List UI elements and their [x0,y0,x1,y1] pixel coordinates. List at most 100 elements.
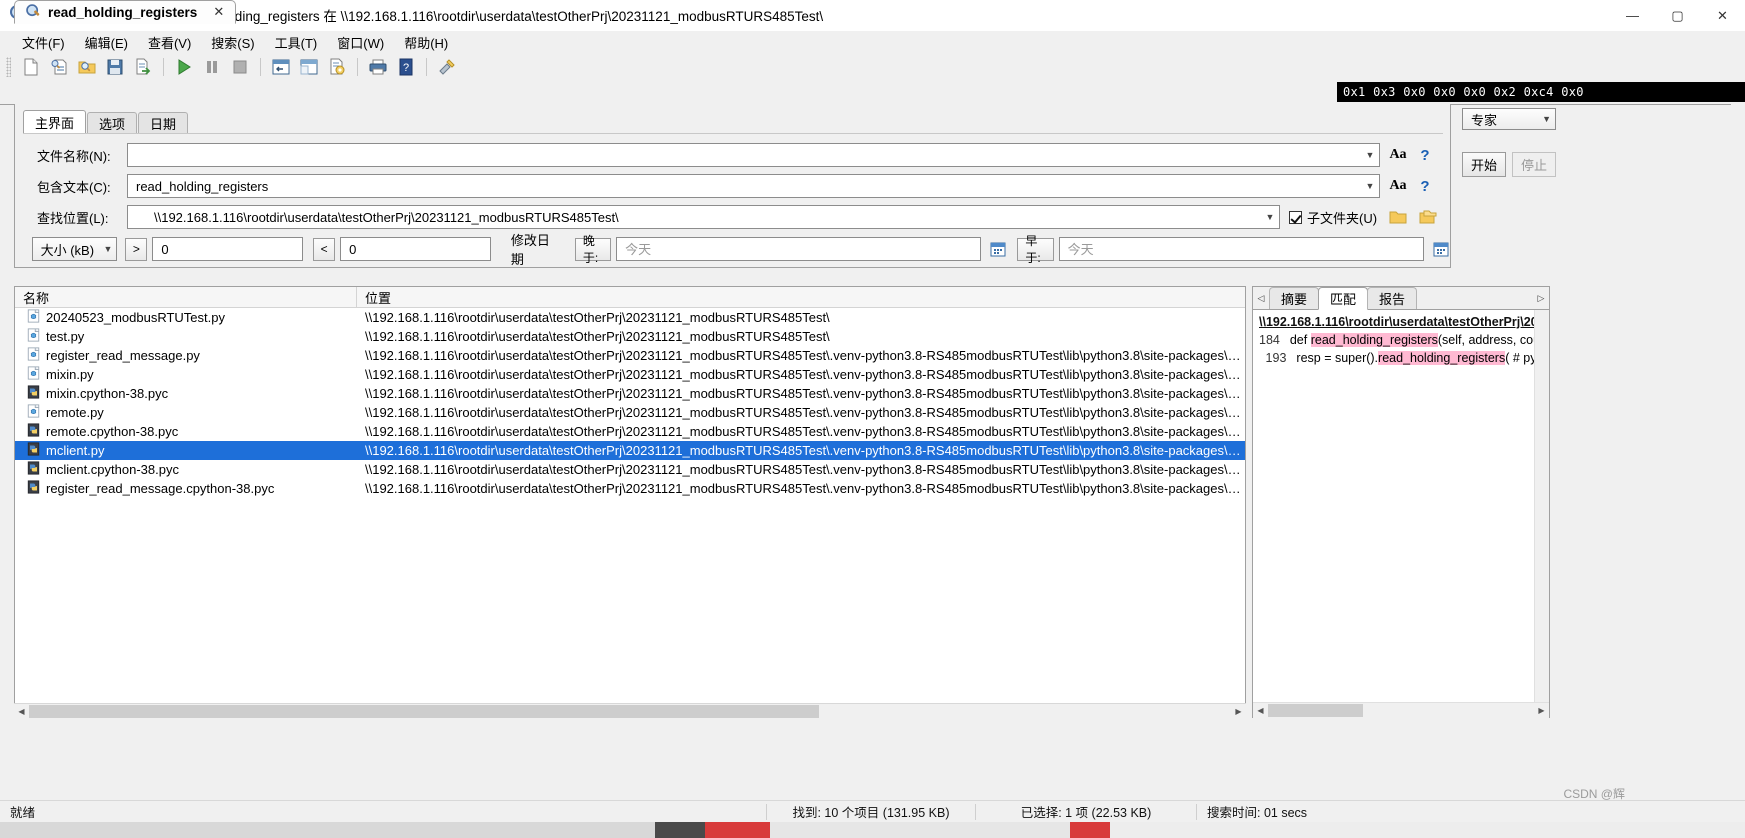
date-before-button[interactable]: 早于: [1017,234,1054,265]
size-unit-select[interactable]: 大小 (kB) ▼ [31,237,118,261]
pause-icon[interactable] [199,55,225,79]
containing-text-field[interactable] [134,175,1361,197]
preview-prev-icon[interactable]: ◁ [1253,293,1269,304]
size-greater-than-button[interactable]: > [125,237,148,261]
subfolders-checkbox[interactable]: 子文件夹(U) [1289,208,1377,227]
preview-vertical-scrollbar[interactable] [1534,310,1549,702]
preview-match-line[interactable]: 193 resp = super().read_holding_registers… [1259,351,1549,365]
look-in-field[interactable] [152,206,1261,228]
column-header-location[interactable]: 位置 [357,287,1245,308]
chevron-down-icon[interactable]: ▼ [97,244,112,254]
date-after-field[interactable] [623,238,981,260]
layout-left-icon[interactable] [268,55,294,79]
new-search-icon[interactable] [18,55,44,79]
table-row[interactable]: remote.py \\192.168.1.116\rootdir\userdat… [15,403,1245,422]
preview-match-line[interactable]: 184 def read_holding_registers(self, addr… [1259,333,1549,347]
preview-file-path[interactable]: \\192.168.1.116\rootdir\userdata\testOth… [1259,315,1549,329]
menu-help[interactable]: 帮助(H) [394,31,458,54]
menu-window[interactable]: 窗口(W) [327,31,394,54]
date-before-field[interactable] [1065,238,1423,260]
table-row[interactable]: register_read_message.py \\192.168.1.116\… [15,346,1245,365]
stop-icon[interactable] [227,55,253,79]
open-search-icon[interactable] [46,55,72,79]
size-gt-field[interactable] [159,238,303,260]
results-scroll-track[interactable] [29,703,1231,719]
tab-summary[interactable]: 摘要 [1269,287,1320,309]
watermark: CSDN @辉 [1563,787,1625,801]
scroll-right-icon[interactable]: ▶ [1231,703,1246,719]
browse-multiple-folders-icon[interactable] [1419,208,1437,226]
table-row[interactable]: mclient.py \\192.168.1.116\rootdir\userda… [15,441,1245,460]
start-button[interactable]: 开始 [1462,152,1506,177]
chevron-down-icon[interactable]: ▼ [1361,144,1379,166]
results-scroll-thumb[interactable] [29,704,819,718]
chevron-down-icon[interactable]: ▼ [1536,114,1551,124]
size-greater-than-input[interactable] [152,237,304,261]
tab-matches[interactable]: 匹配 [1318,286,1369,310]
export-icon[interactable] [130,55,156,79]
open-folder-icon[interactable] [74,55,100,79]
calendar-icon[interactable] [989,240,1007,258]
print-icon[interactable] [365,55,391,79]
tab-report[interactable]: 报告 [1367,287,1418,309]
filename-help-icon[interactable]: ? [1416,147,1434,164]
minimize-button[interactable]: — [1610,0,1655,31]
tools-icon[interactable] [434,55,460,79]
table-row[interactable]: mixin.py \\192.168.1.116\rootdir\userdata… [15,365,1245,384]
date-after-button[interactable]: 晚于: [574,234,612,265]
containing-text-input[interactable]: ▼ [127,174,1380,198]
table-row[interactable]: remote.cpython-38.pyc \\192.168.1.116\roo… [15,422,1245,441]
checkbox-icon[interactable] [1289,210,1302,224]
document-tab[interactable]: read_holding_registers ✕ [14,0,237,24]
chevron-down-icon[interactable]: ▼ [1261,206,1279,228]
close-button[interactable]: ✕ [1700,0,1745,31]
preview-next-icon[interactable]: ▷ [1533,293,1549,304]
start-icon[interactable] [171,55,197,79]
date-after-input[interactable] [616,237,982,261]
menu-tools[interactable]: 工具(T) [265,31,328,54]
layout-top-icon[interactable] [296,55,322,79]
table-row[interactable]: mixin.cpython-38.pyc \\192.168.1.116\root… [15,384,1245,403]
containing-text-match-case-icon[interactable]: Aa [1388,178,1408,194]
size-less-than-input[interactable] [340,237,491,261]
help-icon[interactable]: ? [393,55,419,79]
containing-text-help-icon[interactable]: ? [1416,178,1434,195]
menu-search[interactable]: 搜索(S) [201,31,264,54]
table-row[interactable]: mclient.cpython-38.pyc \\192.168.1.116\ro… [15,460,1245,479]
result-location-cell: \\192.168.1.116\rootdir\userdata\testOth… [365,386,1245,401]
preview-scroll-left-icon[interactable]: ◀ [1253,702,1268,718]
table-row[interactable]: test.py \\192.168.1.116\rootdir\userdata\… [15,327,1245,346]
toolbar-grip[interactable] [6,57,11,77]
tab-date[interactable]: 日期 [138,112,189,133]
options-icon[interactable] [324,55,350,79]
look-in-input[interactable]: ▼ [127,205,1280,229]
scroll-left-icon[interactable]: ◀ [14,703,29,719]
calendar-icon-2[interactable] [1432,240,1450,258]
close-icon[interactable]: ✕ [210,4,227,20]
results-horizontal-scrollbar[interactable]: ◀ ▶ [14,703,1246,719]
chevron-down-icon[interactable]: ▼ [1361,175,1379,197]
date-before-input[interactable] [1058,237,1424,261]
menu-edit[interactable]: 编辑(E) [75,31,138,54]
menu-view[interactable]: 查看(V) [138,31,201,54]
filename-field[interactable] [134,144,1361,166]
filename-input[interactable]: ▼ [127,143,1380,167]
preview-scroll-thumb[interactable] [1268,703,1363,717]
tab-options[interactable]: 选项 [87,112,138,133]
browse-folder-icon[interactable] [1389,208,1407,226]
size-less-than-button[interactable]: < [313,237,336,261]
results-list[interactable]: 名称 位置 20240523_modbusRTUTest.py \\192.168… [14,286,1246,718]
tab-main[interactable]: 主界面 [23,110,87,133]
maximize-button[interactable]: ▢ [1655,0,1700,31]
menu-file[interactable]: 文件(F) [12,31,75,54]
preview-scroll-track[interactable] [1268,702,1534,718]
table-row[interactable]: 20240523_modbusRTUTest.py \\192.168.1.116… [15,308,1245,327]
column-header-name[interactable]: 名称 [15,286,357,308]
size-lt-field[interactable] [347,238,490,260]
filename-match-case-icon[interactable]: Aa [1388,147,1408,163]
save-icon[interactable] [102,55,128,79]
preview-horizontal-scrollbar[interactable]: ◀ ▶ [1253,702,1549,718]
preview-scroll-right-icon[interactable]: ▶ [1534,702,1549,718]
mode-select[interactable]: 专家 ▼ [1462,108,1556,130]
table-row[interactable]: register_read_message.cpython-38.pyc \\19… [15,479,1245,498]
